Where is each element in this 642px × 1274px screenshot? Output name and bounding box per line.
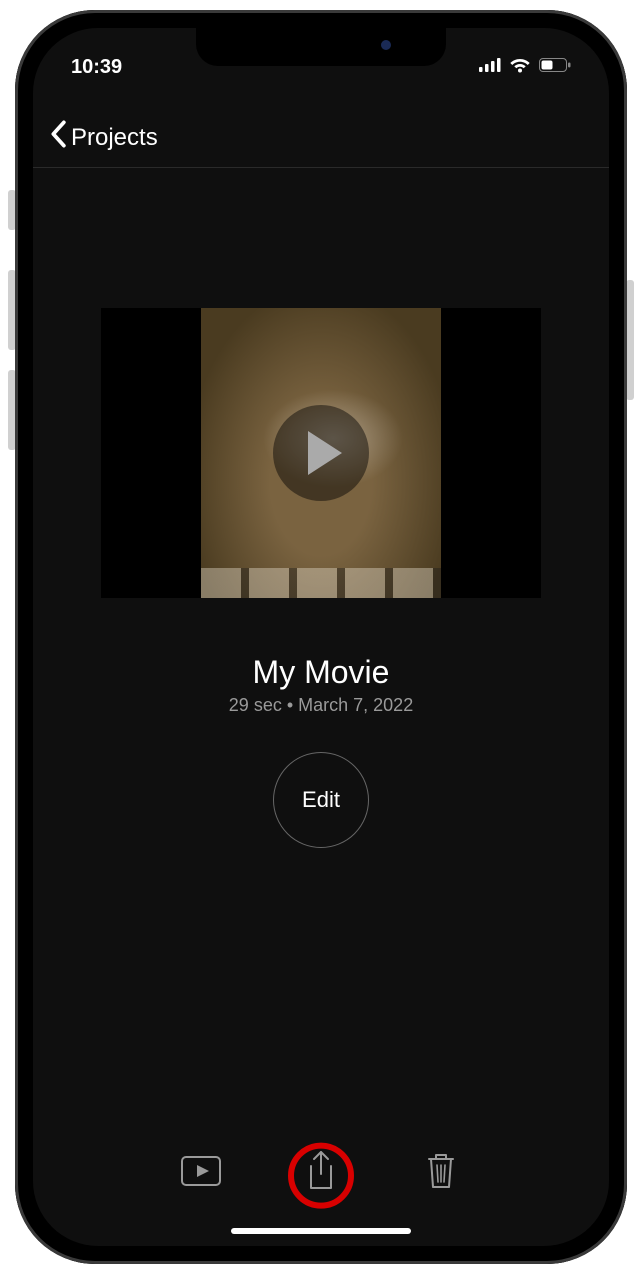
chevron-left-icon	[49, 120, 67, 155]
trash-icon	[425, 1151, 457, 1196]
video-thumbnail[interactable]	[101, 308, 541, 598]
content-area: My Movie 29 sec • March 7, 2022 Edit	[33, 168, 609, 1156]
phone-side-button	[626, 280, 634, 400]
share-button[interactable]	[296, 1148, 346, 1198]
home-indicator[interactable]	[231, 1228, 411, 1234]
delete-button[interactable]	[416, 1148, 466, 1198]
back-button[interactable]: Projects	[49, 120, 158, 155]
edit-button[interactable]: Edit	[273, 752, 369, 848]
nav-bar: Projects	[33, 108, 609, 168]
status-time: 10:39	[71, 56, 122, 79]
notch	[196, 28, 446, 66]
status-indicators	[479, 57, 571, 78]
play-icon	[308, 431, 342, 475]
project-title: My Movie	[253, 654, 390, 691]
screen: 10:39 Projects	[33, 28, 609, 1246]
phone-frame: 10:39 Projects	[15, 10, 627, 1264]
battery-icon	[539, 58, 571, 77]
bottom-toolbar	[33, 1138, 609, 1208]
project-subtitle: 29 sec • March 7, 2022	[229, 695, 413, 716]
cellular-icon	[479, 58, 501, 77]
play-overlay[interactable]	[273, 405, 369, 501]
highlight-ring	[288, 1143, 354, 1209]
back-label: Projects	[71, 124, 158, 152]
wifi-icon	[509, 57, 531, 78]
play-button[interactable]	[176, 1148, 226, 1198]
play-rect-icon	[181, 1156, 221, 1191]
edit-label: Edit	[302, 787, 340, 813]
